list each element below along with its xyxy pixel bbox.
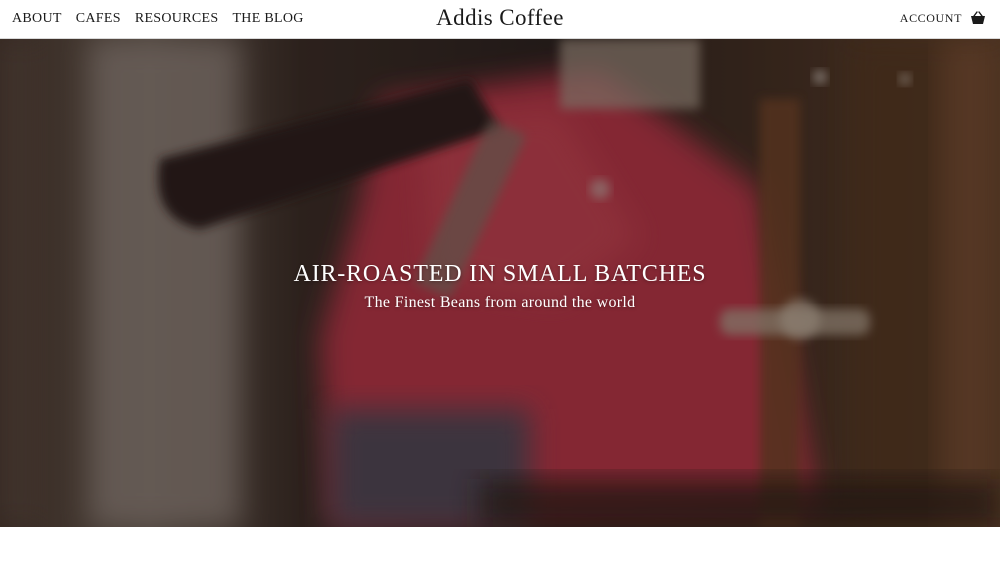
account-area: ACCOUNT [900,10,986,26]
main-nav: ABOUT CAFES RESOURCES THE BLOG [12,11,304,27]
hero-title: AIR-ROASTED IN SMALL BATCHES [293,261,707,287]
site-title[interactable]: Addis Coffee [436,5,564,30]
nav-resources[interactable]: RESOURCES [135,11,219,27]
nav-the-blog[interactable]: THE BLOG [232,11,303,27]
hero-subtitle: The Finest Beans from around the world [364,294,636,311]
hero-banner: AIR-ROASTED IN SMALL BATCHES The Finest … [0,39,1000,527]
nav-about[interactable]: ABOUT [12,11,62,27]
basket-icon[interactable] [970,10,986,26]
account-link[interactable]: ACCOUNT [900,11,962,26]
site-header: ABOUT CAFES RESOURCES THE BLOG Addis Cof… [0,0,1000,39]
nav-cafes[interactable]: CAFES [76,11,121,27]
hero-text: AIR-ROASTED IN SMALL BATCHES The Finest … [0,261,1000,312]
